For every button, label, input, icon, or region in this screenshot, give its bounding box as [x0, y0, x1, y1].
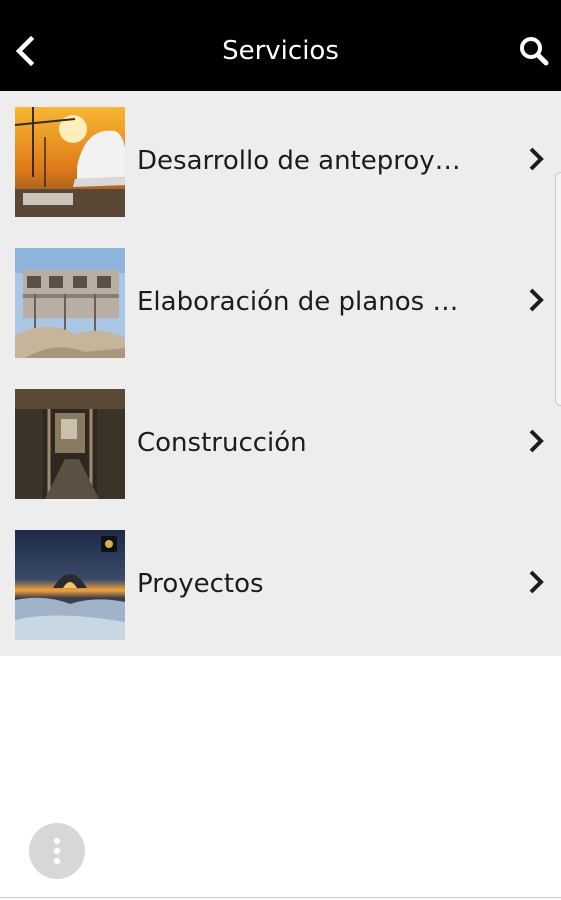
chevron-right-icon — [525, 427, 547, 455]
list-item-service[interactable]: Proyectos — [0, 514, 556, 655]
side-drawer-handle[interactable] — [555, 172, 561, 406]
chevron-right-icon — [525, 568, 547, 596]
service-thumbnail — [15, 530, 125, 640]
more-options-button[interactable] — [29, 823, 85, 879]
services-list: Desarrollo de anteproye... Elaboración d… — [0, 91, 561, 656]
service-thumbnail — [15, 389, 125, 499]
service-label: Construcción — [137, 428, 307, 458]
more-vertical-icon — [53, 837, 61, 865]
divider — [0, 897, 561, 898]
service-label: Proyectos — [137, 569, 264, 599]
service-thumbnail — [15, 107, 125, 217]
chevron-right-icon — [525, 145, 547, 173]
list-item-service[interactable]: Desarrollo de anteproye... — [0, 91, 556, 232]
page-title: Servicios — [222, 36, 339, 66]
list-item-service[interactable]: Elaboración de planos c... — [0, 232, 556, 373]
search-button[interactable] — [514, 30, 554, 72]
service-label: Elaboración de planos c... — [137, 287, 467, 317]
service-label: Desarrollo de anteproye... — [137, 146, 467, 176]
search-icon — [520, 37, 549, 66]
app-header: Servicios — [0, 0, 561, 91]
service-thumbnail — [15, 248, 125, 358]
list-item-service[interactable]: Construcción — [0, 373, 556, 514]
chevron-right-icon — [525, 286, 547, 314]
